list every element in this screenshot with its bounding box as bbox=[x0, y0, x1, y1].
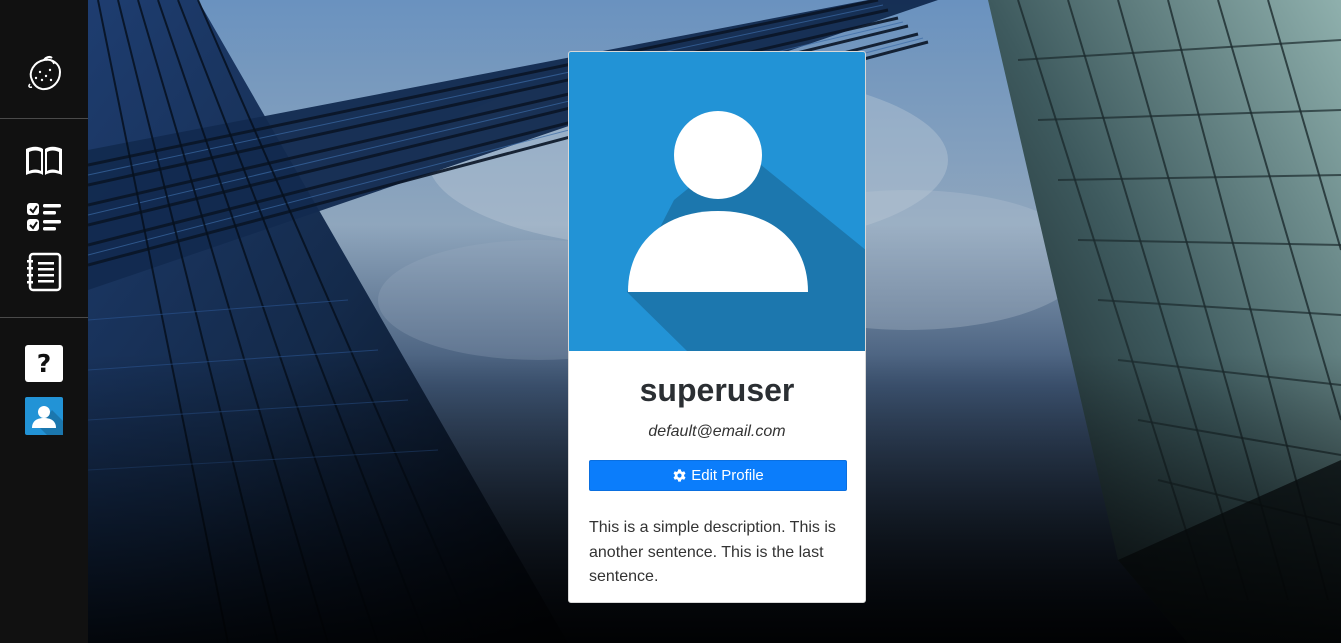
profile-avatar-image bbox=[569, 52, 865, 351]
gear-icon bbox=[673, 469, 686, 482]
sidebar-divider bbox=[0, 118, 88, 119]
book-icon bbox=[24, 143, 64, 184]
sidebar-item-notebook[interactable] bbox=[0, 252, 88, 297]
lemon-logo-icon bbox=[24, 54, 64, 99]
sidebar-item-home[interactable] bbox=[0, 52, 88, 100]
help-icon: ? bbox=[25, 344, 63, 382]
help-icon-glyph: ? bbox=[36, 348, 52, 378]
profile-card: superuser default@email.com Edit Profile… bbox=[568, 51, 866, 603]
sidebar-item-help[interactable]: ? bbox=[0, 344, 88, 382]
profile-email: default@email.com bbox=[648, 423, 786, 440]
app-root: ? superuser default@email.com Edit Profi… bbox=[0, 0, 1341, 643]
sidebar-divider bbox=[0, 317, 88, 318]
sidebar: ? bbox=[0, 0, 88, 643]
sidebar-item-profile[interactable] bbox=[0, 396, 88, 440]
profile-avatar-icon bbox=[25, 396, 63, 440]
main-content: superuser default@email.com Edit Profile… bbox=[88, 0, 1341, 643]
notebook-list-icon bbox=[25, 252, 63, 297]
sidebar-item-tasks[interactable] bbox=[0, 200, 88, 238]
checklist-icon bbox=[25, 199, 63, 240]
sidebar-item-library[interactable] bbox=[0, 143, 88, 183]
edit-profile-label: Edit Profile bbox=[691, 467, 764, 484]
profile-description: This is a simple description. This is an… bbox=[589, 519, 836, 585]
edit-profile-button[interactable]: Edit Profile bbox=[589, 460, 847, 491]
profile-username: superuser bbox=[639, 372, 795, 408]
